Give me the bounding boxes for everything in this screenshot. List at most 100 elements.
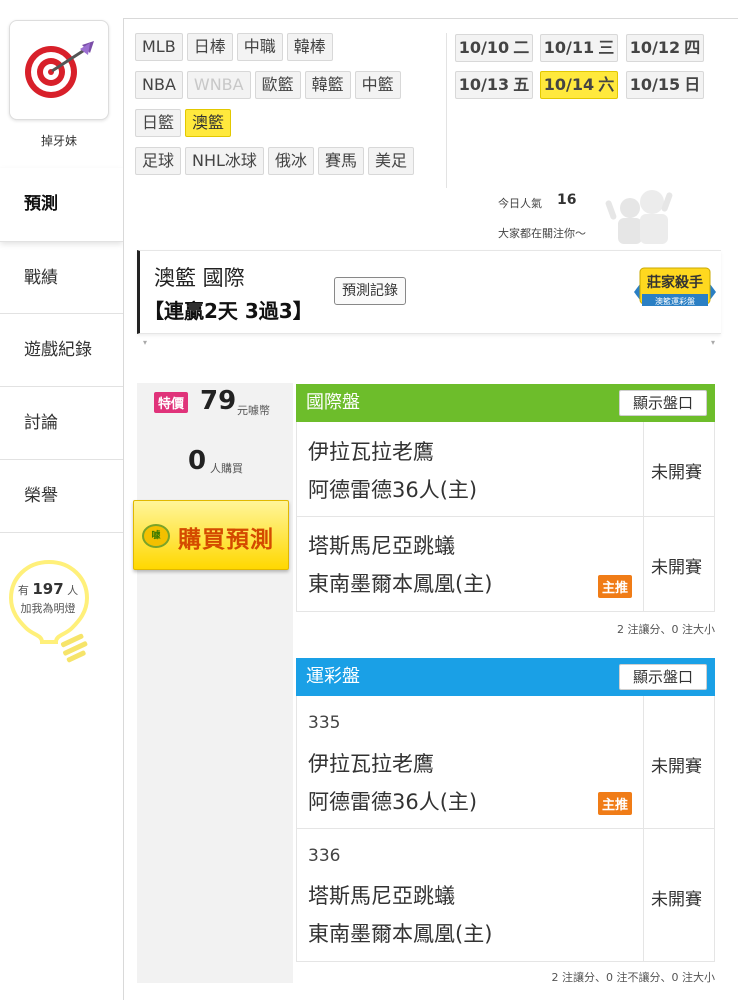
game-row[interactable]: 伊拉瓦拉老鷹 阿德雷德36人(主) 未開賽 — [296, 422, 715, 517]
date-1013[interactable]: 10/13 五 — [455, 71, 533, 99]
date-1012[interactable]: 10/12 四 — [626, 34, 704, 62]
popularity-subtitle: 大家都在關注你～ — [498, 227, 586, 240]
date-label: 10/15 — [629, 75, 681, 94]
weekday-label: 日 — [684, 75, 701, 94]
league-cba[interactable]: 中籃 — [354, 71, 401, 99]
page-title: 澳籃 國際 — [154, 266, 245, 290]
user-name: 掉牙妹 — [40, 134, 77, 148]
banker-killer-badge: 莊家殺手 澳籃運彩盤 — [634, 267, 716, 306]
target-icon — [25, 41, 94, 98]
league-khl[interactable]: 俄冰 — [267, 147, 314, 175]
date-label: 10/10 — [458, 38, 510, 57]
show-odds-button[interactable]: 顯示盤口 — [619, 390, 707, 416]
home-team: 阿德雷德36人(主) — [308, 790, 478, 814]
league-npb[interactable]: 日棒 — [186, 33, 233, 61]
buyer-count: 0 — [188, 446, 207, 476]
lottery-bet-summary: 2 注讓分、0 注不讓分、0 注大小 — [551, 971, 716, 984]
league-soccer[interactable]: 足球 — [135, 147, 182, 175]
fan-count-number: 197 — [32, 580, 64, 598]
away-team: 塔斯馬尼亞跳蟻 — [308, 534, 455, 558]
fan-suffix: 人 — [67, 584, 79, 597]
away-team: 伊拉瓦拉老鷹 — [308, 440, 434, 464]
price-unit: 元噱幣 — [237, 404, 270, 417]
home-team: 東南墨爾本鳳凰(主) — [308, 922, 493, 946]
game-row[interactable]: 336 塔斯馬尼亞跳蟻 東南墨爾本鳳凰(主) 未開賽 — [296, 829, 715, 962]
column-divider — [643, 517, 644, 611]
game-status: 未開賽 — [651, 757, 702, 777]
show-odds-button[interactable]: 顯示盤口 — [619, 664, 707, 690]
league-wnba: WNBA — [186, 71, 251, 99]
divider-dot: ▾ — [143, 338, 148, 347]
league-nhl[interactable]: NHL冰球 — [185, 147, 264, 175]
buy-button-label: 購買預測 — [178, 527, 274, 553]
league-mlb[interactable]: MLB — [135, 33, 183, 61]
league-kbo[interactable]: 韓棒 — [286, 33, 333, 61]
lottery-section-title: 運彩盤 — [306, 666, 360, 687]
date-label: 10/11 — [543, 38, 595, 57]
league-euro-basketball[interactable]: 歐籃 — [254, 71, 301, 99]
buyer-unit: 人購買 — [210, 462, 243, 475]
date-label: 10/13 — [458, 75, 510, 94]
game-number: 335 — [308, 713, 341, 733]
home-team: 阿德雷德36人(主) — [308, 478, 478, 502]
weekday-label: 二 — [513, 38, 530, 57]
league-horse-racing[interactable]: 賽馬 — [317, 147, 364, 175]
league-nba[interactable]: NBA — [135, 71, 183, 99]
recommended-badge: 主推 — [598, 792, 633, 815]
game-row[interactable]: 塔斯馬尼亞跳蟻 東南墨爾本鳳凰(主) 主推 未開賽 — [296, 517, 715, 612]
intl-section-title: 國際盤 — [306, 392, 360, 413]
crowd-decoration-icon — [605, 190, 673, 244]
column-divider — [643, 829, 644, 961]
date-label: 10/12 — [629, 38, 681, 57]
fan-count[interactable]: 有 197 人 加我為明燈 — [12, 580, 84, 618]
nav-record[interactable]: 戰績 — [0, 241, 123, 314]
price-value: 79 — [200, 386, 237, 416]
away-team: 塔斯馬尼亞跳蟻 — [308, 884, 455, 908]
date-1011[interactable]: 10/11 三 — [540, 34, 618, 62]
win-streak: 【連贏2天 3過3】 — [144, 299, 313, 323]
intl-bet-summary: 2 注讓分、0 注大小 — [617, 623, 715, 636]
coin-icon: 噱 — [142, 524, 170, 548]
away-team: 伊拉瓦拉老鷹 — [308, 752, 434, 776]
date-label: 10/14 — [543, 75, 595, 94]
date-1014[interactable]: 10/14 六 — [540, 71, 618, 99]
nav-prediction[interactable]: 預測 — [0, 168, 123, 241]
divider-dot: ▾ — [711, 338, 716, 347]
weekday-label: 四 — [684, 38, 701, 57]
date-1010[interactable]: 10/10 二 — [455, 34, 533, 62]
popularity-value: 16 — [557, 192, 577, 208]
date-1015[interactable]: 10/15 日 — [626, 71, 704, 99]
intl-section-header: 國際盤 顯示盤口 — [296, 384, 715, 422]
home-team: 東南墨爾本鳳凰(主) — [308, 572, 493, 596]
game-number: 336 — [308, 846, 341, 866]
game-status: 未開賽 — [651, 890, 702, 910]
league-jp-basketball[interactable]: 日籃 — [135, 109, 182, 137]
sidebar: 掉牙妹 預測 戰績 遊戲紀錄 討論 榮譽 有 197 人 加我為明燈 — [0, 0, 123, 1000]
nav-discussion[interactable]: 討論 — [0, 387, 123, 460]
game-status: 未開賽 — [651, 463, 702, 483]
weekday-label: 六 — [598, 75, 615, 94]
special-price-tag: 特價 — [154, 392, 189, 413]
league-nbl[interactable]: 澳籃 — [185, 109, 232, 137]
lottery-section-header: 運彩盤 顯示盤口 — [296, 658, 715, 696]
column-divider — [643, 422, 644, 516]
game-status: 未開賽 — [651, 558, 702, 578]
fan-caption: 加我為明燈 — [20, 602, 76, 615]
prediction-record-button[interactable]: 預測記錄 — [334, 277, 406, 305]
nav-game-log[interactable]: 遊戲紀錄 — [0, 314, 123, 387]
fan-prefix: 有 — [17, 584, 29, 597]
column-divider — [643, 696, 644, 828]
lottery-odds-section: 運彩盤 顯示盤口 335 伊拉瓦拉老鷹 阿德雷德36人(主) 主推 未開賽 33… — [296, 658, 715, 988]
league-kbl[interactable]: 韓籃 — [304, 71, 351, 99]
avatar[interactable] — [9, 20, 109, 120]
buy-prediction-button[interactable]: 噱 購買預測 — [133, 500, 289, 570]
recommended-badge: 主推 — [598, 575, 633, 598]
nav-honor[interactable]: 榮譽 — [0, 460, 123, 533]
league-nfl[interactable]: 美足 — [367, 147, 414, 175]
filter-divider — [446, 33, 447, 188]
badge-subtitle: 澳籃運彩盤 — [655, 296, 695, 306]
badge-title: 莊家殺手 — [647, 274, 703, 291]
game-row[interactable]: 335 伊拉瓦拉老鷹 阿德雷德36人(主) 主推 未開賽 — [296, 696, 715, 829]
league-cpbl[interactable]: 中職 — [236, 33, 283, 61]
intl-odds-section: 國際盤 顯示盤口 伊拉瓦拉老鷹 阿德雷德36人(主) 未開賽 塔斯馬尼亞跳蟻 東… — [296, 384, 715, 644]
